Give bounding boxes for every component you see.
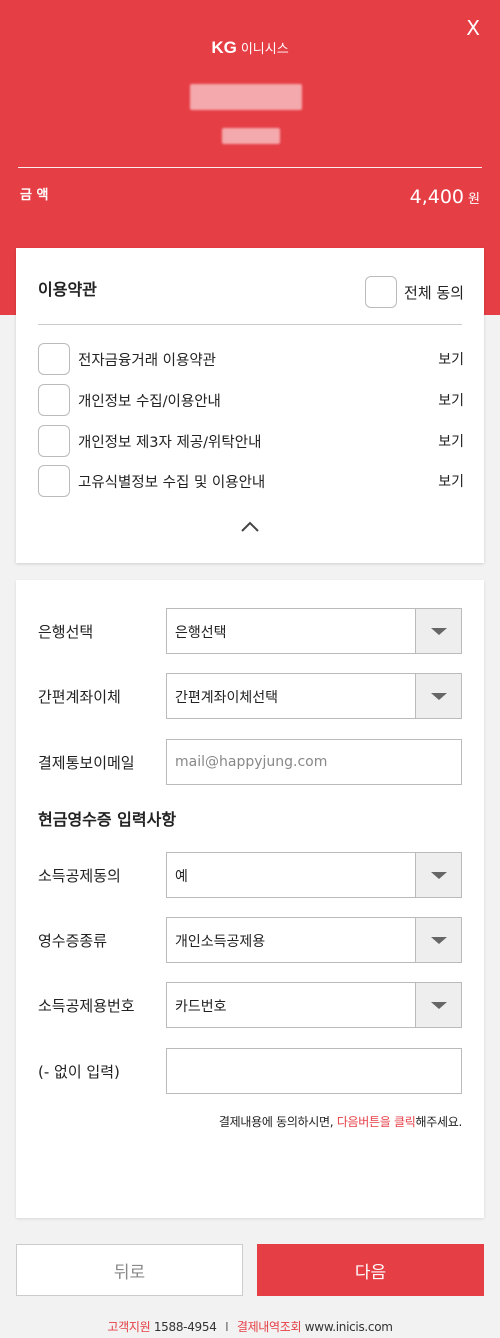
deduction-number-input[interactable] <box>166 1048 462 1094</box>
term-view-link[interactable]: 보기 <box>438 349 464 369</box>
deduction-number-row: 소득공제용번호 카드번호 <box>38 982 462 1028</box>
term-item: 개인정보 수집/이용안내 보기 <box>38 383 464 417</box>
merchant-name-redacted <box>190 84 302 110</box>
chevron-down-icon[interactable] <box>415 983 461 1027</box>
term-label: 전자금융거래 이용약관 <box>78 352 217 369</box>
number-input-label: (- 없이 입력) <box>38 1062 120 1081</box>
term-view-link[interactable]: 보기 <box>438 431 464 451</box>
bank-row: 은행선택 은행선택 <box>38 608 462 654</box>
deduction-consent-row: 소득공제동의 예 <box>38 852 462 898</box>
notice-suffix: 해주세요. <box>415 1115 463 1129</box>
agree-all[interactable]: 전체 동의 <box>365 276 464 308</box>
easy-transfer-label: 간편계좌이체 <box>38 687 121 706</box>
support-link[interactable]: 고객지원 <box>107 1320 150 1334</box>
logo-brand: KG <box>211 38 237 57</box>
bank-label: 은행선택 <box>38 622 94 641</box>
bank-select[interactable]: 은행선택 <box>166 608 462 654</box>
email-field[interactable] <box>166 739 462 785</box>
term-checkbox[interactable] <box>38 425 70 457</box>
chevron-down-icon[interactable] <box>415 918 461 962</box>
payment-form: 은행선택 은행선택 간편계좌이체 간편계좌이체선택 결제통보이메일 현금영수증 … <box>16 580 484 1218</box>
amount-number: 4,400 <box>409 186 465 208</box>
email-row: 결제통보이메일 <box>38 739 462 785</box>
back-button[interactable]: 뒤로 <box>16 1244 243 1296</box>
consent-notice: 결제내용에 동의하시면, 다음버튼을 클릭해주세요. <box>219 1113 462 1130</box>
easy-transfer-select-value: 간편계좌이체선택 <box>175 690 279 706</box>
easy-transfer-select[interactable]: 간편계좌이체선택 <box>166 673 462 719</box>
receipt-type-label: 영수증종류 <box>38 931 108 950</box>
agree-all-label: 전체 동의 <box>404 283 464 302</box>
cash-receipt-title: 현금영수증 입력사항 <box>38 810 177 829</box>
number-input-row: (- 없이 입력) <box>38 1048 462 1094</box>
term-label: 고유식별정보 수집 및 이용안내 <box>78 474 266 491</box>
payment-history-link[interactable]: 결제내역조회 <box>237 1320 302 1334</box>
term-item: 전자금융거래 이용약관 보기 <box>38 342 464 376</box>
amount-label: 금 액 <box>20 188 49 203</box>
term-view-link[interactable]: 보기 <box>438 390 464 410</box>
chevron-down-icon[interactable] <box>415 674 461 718</box>
site-url[interactable]: www.inicis.com <box>305 1320 393 1334</box>
terms-divider <box>38 324 462 325</box>
deduction-consent-select[interactable]: 예 <box>166 852 462 898</box>
chevron-down-icon[interactable] <box>415 853 461 897</box>
term-checkbox[interactable] <box>38 465 70 497</box>
term-view-link[interactable]: 보기 <box>438 471 464 491</box>
deduction-consent-value: 예 <box>175 869 188 885</box>
terms-title: 이용약관 <box>38 280 97 299</box>
amount-value: 4,400 원 <box>410 186 480 208</box>
deduction-number-select[interactable]: 카드번호 <box>166 982 462 1028</box>
receipt-type-value: 개인소득공제용 <box>175 934 266 950</box>
support-phone: 1588-4954 <box>153 1320 217 1334</box>
deduction-consent-label: 소득공제동의 <box>38 866 121 885</box>
notice-highlight: 다음버튼을 클릭 <box>336 1115 416 1129</box>
agree-all-checkbox[interactable] <box>365 276 398 308</box>
product-name-redacted <box>222 128 280 144</box>
receipt-type-select[interactable]: 개인소득공제용 <box>166 917 462 963</box>
term-item: 고유식별정보 수집 및 이용안내 보기 <box>38 464 464 498</box>
deduction-number-label: 소득공제용번호 <box>38 996 135 1015</box>
term-checkbox[interactable] <box>38 384 70 416</box>
email-label: 결제통보이메일 <box>38 753 135 772</box>
chevron-down-icon[interactable] <box>415 609 461 653</box>
term-checkbox[interactable] <box>38 343 70 375</box>
header-divider <box>18 167 482 168</box>
term-label: 개인정보 제3자 제공/위탁안내 <box>78 434 262 451</box>
inicis-logo: KG 이니시스 <box>0 38 500 58</box>
deduction-number-value: 카드번호 <box>175 999 227 1015</box>
terms-card: 이용약관 전체 동의 전자금융거래 이용약관 보기 개인정보 수집/이용안내 보… <box>16 248 484 563</box>
footer: 고객지원 1588-4954 I 결제내역조회 www.inicis.com <box>0 1318 500 1335</box>
term-item: 개인정보 제3자 제공/위탁안내 보기 <box>38 424 464 458</box>
notice-prefix: 결제내용에 동의하시면, <box>218 1115 337 1129</box>
logo-name: 이니시스 <box>240 42 289 57</box>
collapse-chevron-up-icon[interactable] <box>240 520 260 534</box>
receipt-type-row: 영수증종류 개인소득공제용 <box>38 917 462 963</box>
easy-transfer-row: 간편계좌이체 간편계좌이체선택 <box>38 673 462 719</box>
bank-select-value: 은행선택 <box>175 625 227 641</box>
footer-separator: I <box>225 1320 229 1334</box>
close-button[interactable]: X <box>466 16 480 40</box>
next-button[interactable]: 다음 <box>257 1244 484 1296</box>
amount-unit: 원 <box>468 192 480 207</box>
term-label: 개인정보 수집/이용안내 <box>78 393 221 410</box>
